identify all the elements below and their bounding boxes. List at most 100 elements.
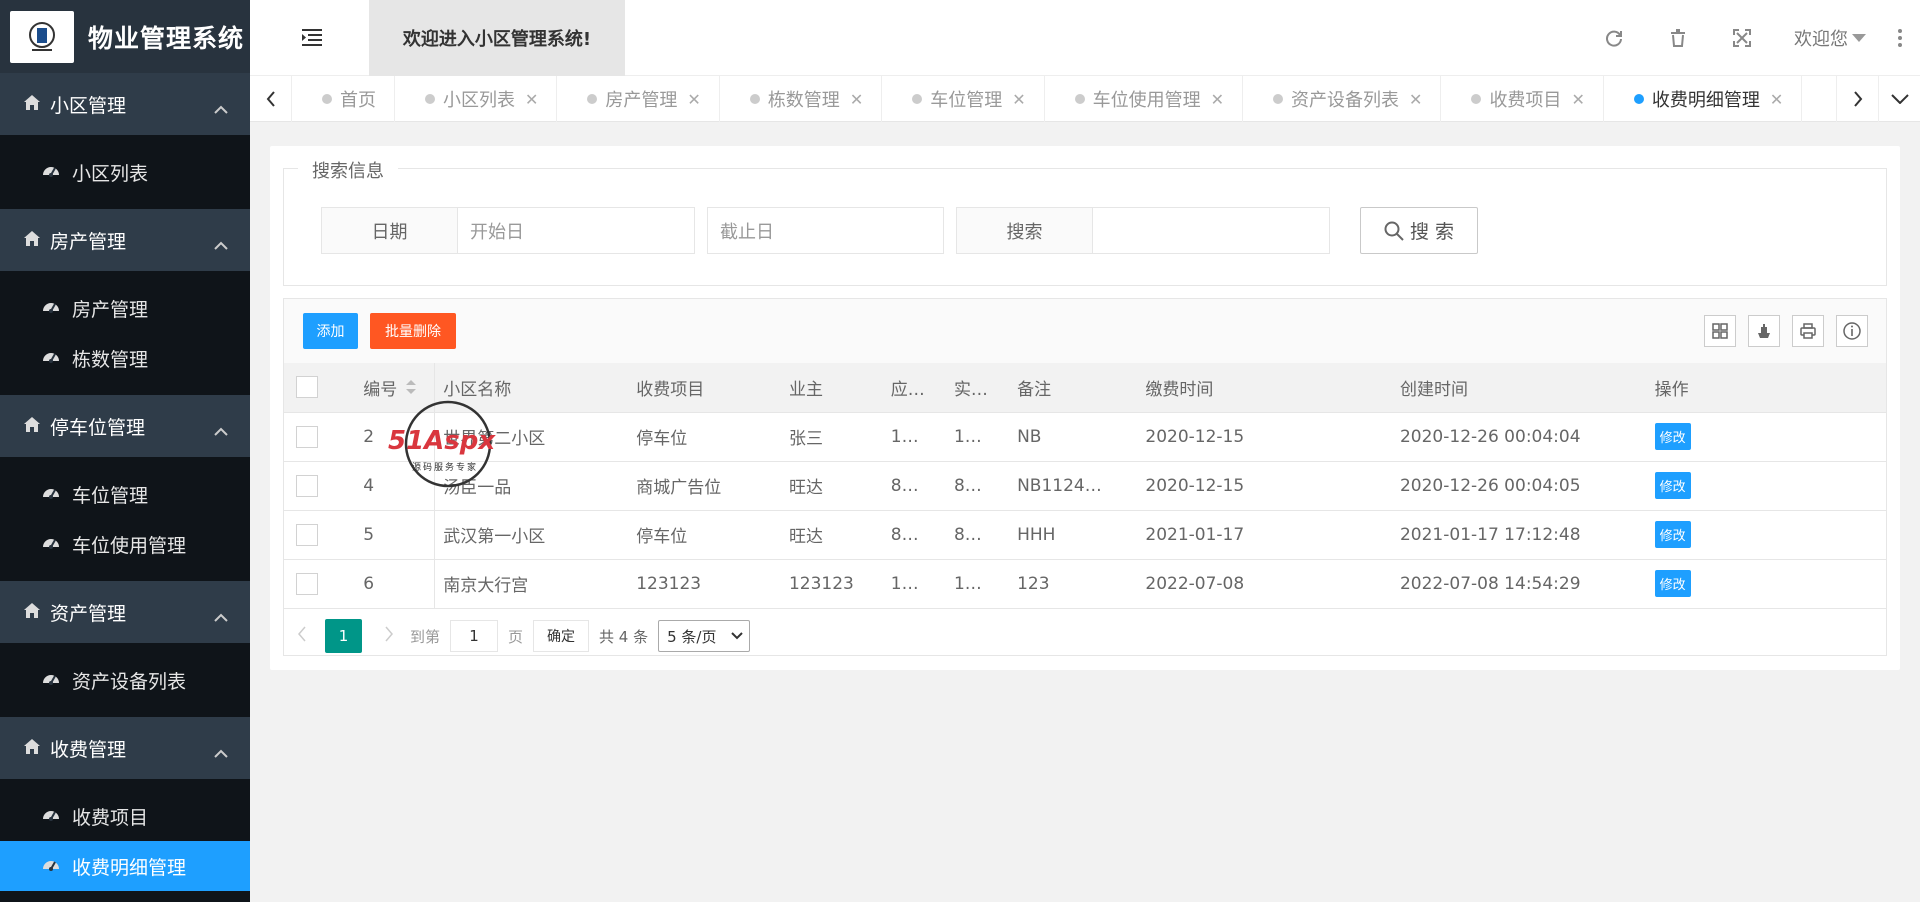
sidebar-group-header[interactable]: 停车位管理 [0, 395, 250, 457]
sidebar-item[interactable]: 收费明细管理 [0, 841, 250, 891]
info-icon[interactable] [1836, 315, 1868, 347]
tab[interactable]: 栋数管理 ✕ [720, 76, 883, 122]
tab-label: 车位使用管理 [1092, 90, 1201, 111]
sidebar-group-header[interactable]: 小区管理 [0, 73, 250, 135]
columns-filter-icon[interactable] [1704, 315, 1736, 347]
sidebar-submenu: 房产管理栋数管理 [0, 271, 250, 395]
keyword-input[interactable] [1093, 207, 1330, 254]
tab-close-icon[interactable]: ✕ [1770, 90, 1783, 109]
tab-label: 收费项目 [1489, 90, 1562, 111]
column-header: 业主 [780, 363, 883, 413]
tab-scroll-left-icon[interactable] [250, 76, 292, 122]
next-page-icon[interactable] [384, 626, 394, 646]
tab[interactable]: 小区列表 ✕ [395, 76, 558, 122]
tab-dot-icon [1273, 94, 1284, 104]
table-cell: 修改 [1646, 559, 1886, 609]
prev-page-icon[interactable] [297, 626, 307, 646]
tab[interactable]: 车位管理 ✕ [882, 76, 1045, 122]
tab-close-icon[interactable]: ✕ [1211, 90, 1224, 109]
table-row[interactable]: 6 南京大行宫 123123 123123 1… 1… 123 2022-07-08 2022-… [284, 559, 1886, 609]
tab-dot-icon [912, 94, 923, 104]
cell-value: 2020-12-15 [1145, 426, 1245, 447]
sidebar-item[interactable]: 小区列表 [0, 147, 250, 197]
tab[interactable]: 收费明细管理 ✕ [1604, 76, 1803, 122]
row-checkbox[interactable] [296, 474, 318, 497]
end-date-input[interactable]: 截止日 [707, 207, 944, 254]
column-header: 缴费时间 [1137, 363, 1392, 413]
cell-value: 5 [363, 524, 375, 545]
batch-delete-button[interactable]: 批量删除 [370, 313, 456, 349]
row-checkbox[interactable] [296, 425, 318, 448]
edit-button[interactable]: 修改 [1654, 472, 1691, 499]
sidebar-group-header[interactable]: 资产管理 [0, 581, 250, 643]
page-1-button[interactable]: 1 [325, 619, 362, 653]
tab-scroll-right-icon[interactable] [1836, 76, 1878, 122]
tab[interactable]: 资产设备列表 ✕ [1243, 76, 1442, 122]
tab-close-icon[interactable]: ✕ [525, 90, 538, 109]
row-select-cell [284, 412, 356, 462]
tab-dot-icon [749, 94, 760, 104]
sidebar-item[interactable]: 车位管理 [0, 469, 250, 519]
table-row[interactable]: 5 武汉第一小区 停车位 旺达 8… 8… HHH 2021-01-17 2021-01-17 … [284, 510, 1886, 560]
add-button[interactable]: 添加 [303, 313, 358, 349]
select-all-checkbox[interactable] [296, 376, 318, 399]
fullscreen-icon[interactable] [1710, 29, 1774, 47]
tab-close-icon[interactable]: ✕ [850, 90, 863, 109]
sidebar-item[interactable]: 收费项目 [0, 791, 250, 841]
sidebar-item[interactable]: 资产设备列表 [0, 655, 250, 705]
tab[interactable]: 收费项目 ✕ [1441, 76, 1604, 122]
menu-toggle-icon[interactable] [302, 28, 322, 50]
table-cell: 123123 [628, 559, 781, 609]
app-title: 物业管理系统 [88, 23, 245, 53]
table-row[interactable]: 4 汤臣一品 商城广告位 旺达 8… 8… NB1124… 2020-12-15 2020-12… [284, 461, 1886, 511]
table-cell: 6 [355, 559, 435, 609]
tab-close-icon[interactable]: ✕ [1012, 90, 1025, 109]
search-button-label: 搜 索 [1409, 221, 1455, 243]
page-size-select[interactable]: 5 条/页 [658, 620, 751, 652]
sidebar-group-header[interactable]: 收费管理 [0, 717, 250, 779]
tab[interactable]: 车位使用管理 ✕ [1045, 76, 1244, 122]
sidebar-item[interactable]: 栋数管理 [0, 333, 250, 383]
start-date-input[interactable]: 开始日 [458, 207, 695, 254]
tab-close-icon[interactable]: ✕ [687, 90, 700, 109]
sidebar-item[interactable]: 车位使用管理 [0, 519, 250, 569]
print-icon[interactable] [1792, 315, 1824, 347]
sidebar-item[interactable]: 房产管理 [0, 283, 250, 333]
table-row[interactable]: 2 世界第二小区 停车位 张三 1… 1… NB 2020-12-15 2020-12-26 0… [284, 412, 1886, 462]
tab-dot-icon [1074, 94, 1085, 104]
row-checkbox[interactable] [296, 523, 318, 546]
tab-label: 资产设备列表 [1291, 90, 1400, 111]
logo [10, 10, 74, 63]
sidebar-group: 停车位管理车位管理 车位使用管理 [0, 395, 250, 581]
tab-close-icon[interactable]: ✕ [1571, 90, 1584, 109]
goto-confirm-button[interactable]: 确定 [533, 620, 590, 652]
edit-button[interactable]: 修改 [1654, 570, 1691, 597]
more-vertical-icon[interactable] [1880, 29, 1920, 47]
tab-close-icon[interactable]: ✕ [1409, 90, 1422, 109]
user-menu[interactable]: 欢迎您 [1774, 25, 1880, 51]
edit-button[interactable]: 修改 [1654, 423, 1691, 450]
sidebar-submenu: 小区列表 [0, 135, 250, 209]
column-header-label: 业主 [788, 379, 823, 400]
refresh-icon[interactable] [1582, 29, 1646, 47]
tab-menu-chevron-down-icon[interactable] [1878, 76, 1920, 122]
search-button[interactable]: 搜 索 [1360, 207, 1478, 254]
tab[interactable]: 首页 [292, 76, 395, 122]
sort-icon[interactable] [405, 379, 417, 400]
goto-page-input[interactable]: 1 [450, 620, 499, 652]
export-icon[interactable] [1748, 315, 1780, 347]
row-checkbox[interactable] [296, 572, 318, 595]
top-header: 欢迎进入小区管理系统! 欢迎您 [250, 0, 1920, 76]
tab-dot-icon [322, 94, 332, 104]
tab[interactable]: 房产管理 ✕ [557, 76, 720, 122]
search-panel: 搜索信息 日期 开始日 截止日 搜索 搜 索 [283, 157, 1887, 286]
sidebar-nav: 小区管理 小区列表 房产管理 房产管理 栋数管理 停车位管理 车位管理 车位使用管理 资产管理资… [0, 73, 250, 902]
sidebar-group-header[interactable]: 房产管理 [0, 209, 250, 271]
welcome-tab[interactable]: 欢迎进入小区管理系统! [369, 0, 625, 76]
tab-label: 收费明细管理 [1651, 90, 1760, 111]
sidebar-item-label: 栋数管理 [72, 348, 149, 371]
column-header: 操作 [1646, 363, 1886, 413]
dashboard-icon [42, 669, 60, 691]
edit-button[interactable]: 修改 [1654, 521, 1691, 548]
trash-icon[interactable] [1646, 29, 1710, 47]
